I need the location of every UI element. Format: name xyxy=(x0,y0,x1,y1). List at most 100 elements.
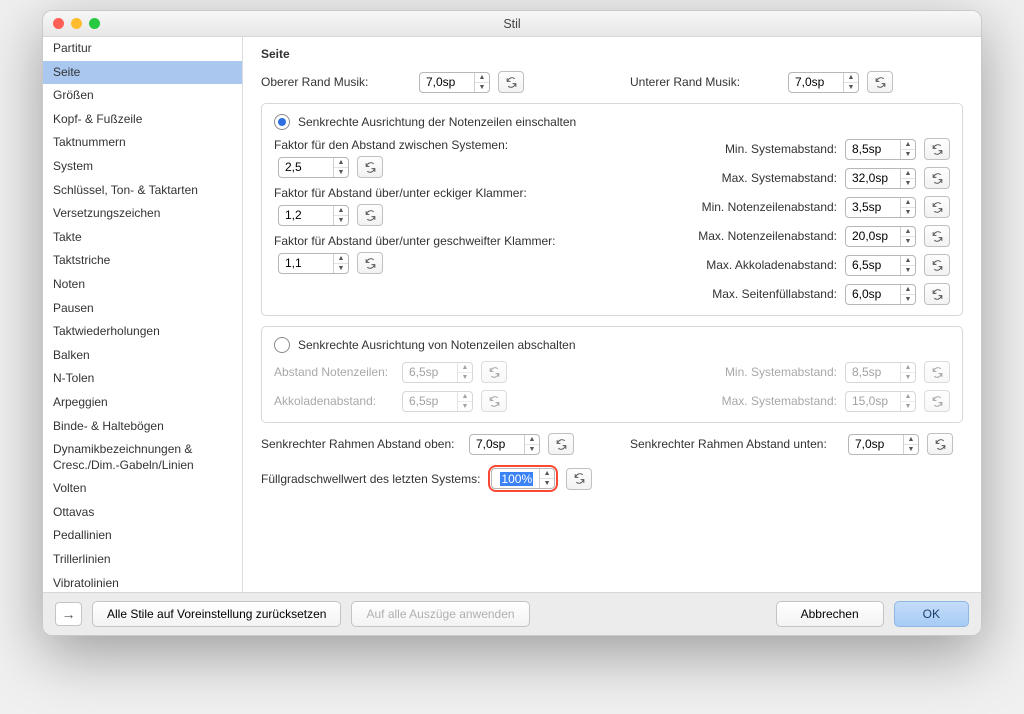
reset-button[interactable] xyxy=(924,254,950,276)
max-sys-label: Max. Systemabstand: xyxy=(627,171,837,185)
chevron-up-icon[interactable]: ▲ xyxy=(475,73,489,83)
vertical-off-group: Senkrechte Ausrichtung von Notenzeilen a… xyxy=(261,326,963,423)
sidebar-item[interactable]: Taktnummern xyxy=(43,131,242,155)
content-panel: Seite Oberer Rand Musik: ▲▼ Unterer Rand… xyxy=(243,37,981,592)
reset-button[interactable] xyxy=(357,252,383,274)
footer: → Alle Stile auf Voreinstellung zurückse… xyxy=(43,592,981,635)
reset-button[interactable] xyxy=(867,71,893,93)
sidebar-item[interactable]: Schlüssel, Ton- & Taktarten xyxy=(43,179,242,203)
vertical-on-label: Senkrechte Ausrichtung der Notenzeilen e… xyxy=(298,115,576,129)
frame-bottom-spinner[interactable]: ▲▼ xyxy=(848,434,919,455)
threshold-label: Füllgradschwellwert des letzten Systems: xyxy=(261,472,480,486)
vertical-on-group: Senkrechte Ausrichtung der Notenzeilen e… xyxy=(261,103,963,316)
upper-margin-spinner[interactable]: ▲▼ xyxy=(419,72,490,93)
sidebar-item[interactable]: N-Tolen xyxy=(43,367,242,391)
reset-button xyxy=(481,361,507,383)
chevron-up-icon[interactable]: ▲ xyxy=(844,73,858,83)
factor-bracket-spinner[interactable]: ▲▼ xyxy=(278,205,349,226)
vertical-off-label: Senkrechte Ausrichtung von Notenzeilen a… xyxy=(298,338,576,352)
sidebar-item[interactable]: Taktwiederholungen xyxy=(43,320,242,344)
threshold-highlight: 100% ▲▼ xyxy=(488,465,558,492)
sidebar-item[interactable]: Balken xyxy=(43,344,242,368)
reset-button[interactable] xyxy=(924,138,950,160)
cancel-button[interactable]: Abbrechen xyxy=(776,601,884,627)
upper-margin-label: Oberer Rand Musik: xyxy=(261,75,411,89)
sidebar-item[interactable]: Arpeggien xyxy=(43,391,242,415)
off-akkolade-label: Akkoladenabstand: xyxy=(274,394,394,408)
sidebar-item[interactable]: Takte xyxy=(43,226,242,250)
sidebar-item[interactable]: Pedallinien xyxy=(43,524,242,548)
threshold-value: 100% xyxy=(500,472,533,486)
reset-button[interactable] xyxy=(498,71,524,93)
reset-button[interactable] xyxy=(924,283,950,305)
sidebar-item[interactable]: Pausen xyxy=(43,297,242,321)
sidebar-item[interactable]: Taktstriche xyxy=(43,249,242,273)
sidebar-item[interactable]: Binde- & Haltebögen xyxy=(43,415,242,439)
off-min-sys-label: Min. Systemabstand: xyxy=(627,365,837,379)
sidebar-item[interactable]: Noten xyxy=(43,273,242,297)
factor-systems-label: Faktor für den Abstand zwischen Systemen… xyxy=(274,138,597,152)
window-title: Stil xyxy=(43,17,981,31)
off-staff-dist-spinner: ▲▼ xyxy=(402,362,473,383)
page-header: Seite xyxy=(261,47,963,61)
sidebar-item[interactable]: Versetzungszeichen xyxy=(43,202,242,226)
reset-all-button[interactable]: Alle Stile auf Voreinstellung zurücksetz… xyxy=(92,601,341,627)
sidebar-item[interactable]: Trillerlinien xyxy=(43,548,242,572)
min-staff-spinner[interactable]: ▲▼ xyxy=(845,197,916,218)
factor-brace-label: Faktor für Abstand über/unter geschweift… xyxy=(274,234,597,248)
off-max-sys-spinner: ▲▼ xyxy=(845,391,916,412)
threshold-spinner[interactable]: 100% ▲▼ xyxy=(491,468,555,489)
factor-brace-spinner[interactable]: ▲▼ xyxy=(278,253,349,274)
off-akkolade-spinner: ▲▼ xyxy=(402,391,473,412)
min-sys-spinner[interactable]: ▲▼ xyxy=(845,139,916,160)
lower-margin-label: Unterer Rand Musik: xyxy=(630,75,780,89)
max-fill-label: Max. Seitenfüllabstand: xyxy=(627,287,837,301)
vertical-on-radio[interactable] xyxy=(274,114,290,130)
apply-parts-button: Auf alle Auszüge anwenden xyxy=(351,601,529,627)
sidebar-item[interactable]: Kopf- & Fußzeile xyxy=(43,108,242,132)
reset-button[interactable] xyxy=(357,204,383,226)
titlebar: Stil xyxy=(43,11,981,37)
factor-bracket-label: Faktor für Abstand über/unter eckiger Kl… xyxy=(274,186,597,200)
max-akko-spinner[interactable]: ▲▼ xyxy=(845,255,916,276)
reset-button xyxy=(924,390,950,412)
max-fill-spinner[interactable]: ▲▼ xyxy=(845,284,916,305)
sidebar-item[interactable]: Ottavas xyxy=(43,501,242,525)
max-staff-label: Max. Notenzeilenabstand: xyxy=(627,229,837,243)
frame-bottom-label: Senkrechter Rahmen Abstand unten: xyxy=(630,437,840,451)
category-sidebar[interactable]: PartiturSeiteGrößenKopf- & FußzeileTaktn… xyxy=(43,37,243,592)
off-staff-dist-label: Abstand Notenzeilen: xyxy=(274,365,394,379)
off-min-sys-spinner: ▲▼ xyxy=(845,362,916,383)
lower-margin-spinner[interactable]: ▲▼ xyxy=(788,72,859,93)
reset-button[interactable] xyxy=(566,468,592,490)
reset-button xyxy=(481,390,507,412)
sidebar-item[interactable]: Volten xyxy=(43,477,242,501)
chevron-down-icon[interactable]: ▼ xyxy=(844,83,858,92)
min-sys-label: Min. Systemabstand: xyxy=(627,142,837,156)
reset-button[interactable] xyxy=(924,167,950,189)
reset-button xyxy=(924,361,950,383)
max-sys-spinner[interactable]: ▲▼ xyxy=(845,168,916,189)
arrow-right-icon[interactable]: → xyxy=(55,602,82,626)
frame-top-label: Senkrechter Rahmen Abstand oben: xyxy=(261,437,461,451)
max-staff-spinner[interactable]: ▲▼ xyxy=(845,226,916,247)
sidebar-item[interactable]: System xyxy=(43,155,242,179)
frame-top-spinner[interactable]: ▲▼ xyxy=(469,434,540,455)
reset-button[interactable] xyxy=(924,196,950,218)
sidebar-item[interactable]: Größen xyxy=(43,84,242,108)
max-akko-label: Max. Akkoladenabstand: xyxy=(627,258,837,272)
reset-button[interactable] xyxy=(924,225,950,247)
off-max-sys-label: Max. Systemabstand: xyxy=(627,394,837,408)
sidebar-item[interactable]: Vibratolinien xyxy=(43,572,242,592)
vertical-off-radio[interactable] xyxy=(274,337,290,353)
reset-button[interactable] xyxy=(548,433,574,455)
factor-systems-spinner[interactable]: ▲▼ xyxy=(278,157,349,178)
reset-button[interactable] xyxy=(927,433,953,455)
min-staff-label: Min. Notenzeilenabstand: xyxy=(627,200,837,214)
sidebar-item[interactable]: Seite xyxy=(43,61,242,85)
ok-button[interactable]: OK xyxy=(894,601,969,627)
reset-button[interactable] xyxy=(357,156,383,178)
sidebar-item[interactable]: Dynamikbezeichnungen & Cresc./Dim.-Gabel… xyxy=(43,438,242,477)
chevron-down-icon[interactable]: ▼ xyxy=(475,83,489,92)
sidebar-item[interactable]: Partitur xyxy=(43,37,242,61)
